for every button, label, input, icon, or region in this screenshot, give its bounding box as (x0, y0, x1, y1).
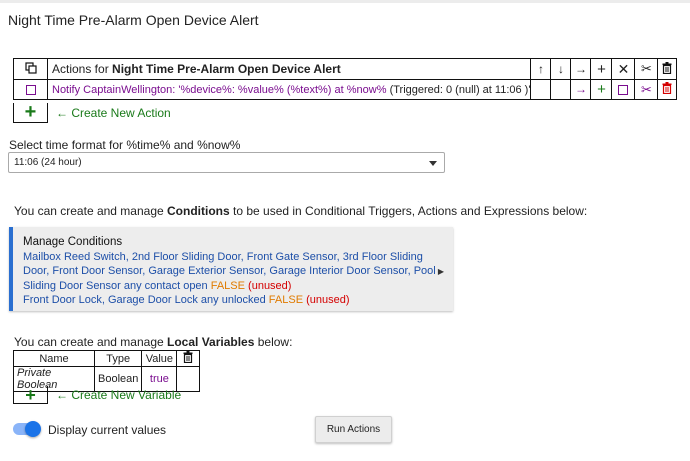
scissors-icon[interactable]: ✂ (634, 58, 659, 80)
time-format-value: 11:06 (24 hour) (14, 157, 82, 168)
row-up-cell (530, 79, 552, 100)
arrow-right-icon[interactable]: → (570, 58, 592, 80)
column-header-type: Type (93, 350, 143, 367)
add-variable-button[interactable]: + (13, 386, 48, 404)
row-scissors-icon[interactable]: ✂ (634, 79, 659, 100)
manage-conditions-panel[interactable]: Manage Conditions Mailbox Reed Switch, 2… (9, 227, 453, 311)
copy-icon[interactable] (13, 58, 48, 80)
page-title: Night Time Pre-Alarm Open Device Alert (8, 12, 259, 28)
row-trash-icon[interactable] (657, 79, 678, 100)
trash-icon[interactable] (176, 350, 201, 367)
row-plus-icon[interactable]: + (590, 79, 613, 100)
chevron-down-icon (429, 161, 437, 166)
close-icon[interactable]: ✕ (611, 58, 636, 80)
plus-icon[interactable]: + (590, 58, 613, 80)
row-arrow-right-icon[interactable]: → (570, 79, 592, 100)
column-header-value: Value (141, 350, 178, 367)
action-text: Notify CaptainWellington: '%device%: %va… (52, 83, 387, 96)
create-new-action-link[interactable]: ← Create New Action (56, 106, 171, 120)
condition-line: Sliding Door Sensor any contact open FAL… (23, 279, 292, 292)
create-new-action: + ← Create New Action (13, 102, 171, 123)
manage-conditions-title: Manage Conditions (23, 236, 123, 248)
variables-intro: You can create and manage Local Variable… (14, 335, 293, 349)
display-values-toggle[interactable] (13, 421, 41, 437)
action-row[interactable]: Notify CaptainWellington: '%device%: %va… (46, 79, 532, 100)
arrow-down-icon[interactable]: ↓ (550, 58, 572, 80)
action-trigger-info: (Triggered: 0 (null) at 11:06 )' (389, 83, 531, 96)
add-action-button[interactable]: + (13, 102, 48, 123)
row-down-cell (550, 79, 572, 100)
display-values-label: Display current values (48, 423, 167, 437)
expand-arrow-icon[interactable]: ▶ (438, 265, 444, 280)
conditions-intro: You can create and manage Conditions to … (14, 204, 588, 218)
run-actions-button[interactable]: Run Actions (315, 416, 392, 443)
time-format-label: Select time format for %time% and %now% (9, 138, 241, 152)
create-new-variable: + ← Create New Variable (13, 386, 181, 404)
condition-line: Front Door Lock, Garage Door Lock any un… (23, 294, 350, 306)
create-new-variable-link[interactable]: ← Create New Variable (56, 388, 181, 402)
top-divider (0, 0, 690, 3)
condition-line: Door, Front Door Sensor, Garage Exterior… (23, 265, 436, 277)
row-checkbox-icon[interactable] (611, 79, 636, 100)
actions-table: Actions for Night Time Pre-Alarm Open De… (13, 58, 678, 100)
column-header-name: Name (13, 350, 95, 367)
action-select-checkbox[interactable] (13, 79, 48, 100)
actions-header: Actions for Night Time Pre-Alarm Open De… (46, 58, 532, 80)
time-format-select[interactable]: 11:06 (24 hour) (8, 152, 445, 173)
arrow-up-icon[interactable]: ↑ (530, 58, 552, 80)
trash-icon[interactable] (657, 58, 678, 80)
toggle-knob (25, 421, 41, 437)
condition-line: Mailbox Reed Switch, 2nd Floor Sliding D… (23, 250, 423, 263)
actions-rule-name: Night Time Pre-Alarm Open Device Alert (112, 62, 341, 76)
